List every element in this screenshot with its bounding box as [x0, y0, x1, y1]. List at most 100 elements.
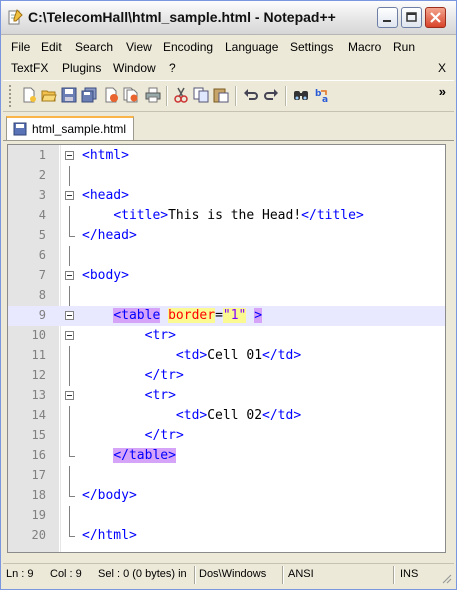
- menu-macro[interactable]: Macro: [348, 40, 381, 54]
- menu-encoding[interactable]: Encoding: [163, 40, 213, 54]
- line-number: 13: [31, 388, 46, 402]
- menu-bar: File Edit Search View Encoding Language …: [3, 37, 454, 58]
- close-icon: [430, 12, 441, 23]
- code-line[interactable]: 17: [8, 466, 445, 486]
- fold-line: [69, 526, 75, 537]
- code-text: </tr>: [144, 368, 184, 383]
- code-line[interactable]: 16 </table>: [8, 446, 445, 466]
- code-line[interactable]: 7 <body>: [8, 266, 445, 286]
- fold-toggle-icon[interactable]: [65, 191, 74, 200]
- maximize-button[interactable]: [401, 7, 422, 28]
- toolbar-grip[interactable]: [9, 85, 14, 107]
- code-line[interactable]: 4 <title>This is the Head!</title>: [8, 206, 445, 226]
- code-line[interactable]: 18 </body>: [8, 486, 445, 506]
- find-icon[interactable]: [293, 87, 309, 103]
- code-line[interactable]: 11 <td>Cell 01</td>: [8, 346, 445, 366]
- code-editor[interactable]: 1 <html> 2 3 <head> 4 <title>This is the Head…: [7, 144, 446, 553]
- menu-plugins[interactable]: Plugins: [62, 61, 101, 75]
- code-text: </html>: [82, 528, 137, 543]
- fold-line: [69, 206, 70, 226]
- line-number: 11: [31, 348, 46, 362]
- close-document-button[interactable]: X: [438, 61, 446, 75]
- status-line: Ln : 9: [6, 568, 34, 580]
- cut-icon[interactable]: [173, 87, 189, 103]
- status-divider: [393, 566, 395, 584]
- save-all-icon[interactable]: [81, 87, 97, 103]
- code-line[interactable]: 12 </tr>: [8, 366, 445, 386]
- code-line[interactable]: 9 <table border="1" >: [8, 306, 445, 326]
- menu-window[interactable]: Window: [113, 61, 156, 75]
- title-bar[interactable]: C:\TelecomHall\html_sample.html - Notepa…: [1, 1, 456, 35]
- toolbar-overflow-button[interactable]: »: [439, 84, 446, 99]
- paste-icon[interactable]: [213, 87, 229, 103]
- undo-icon[interactable]: [243, 87, 259, 103]
- code-text: <tr>: [144, 328, 176, 343]
- code-line[interactable]: 14 <td>Cell 02</td>: [8, 406, 445, 426]
- menu-settings[interactable]: Settings: [290, 40, 333, 54]
- fold-line: [69, 466, 70, 486]
- code-line[interactable]: 3 <head>: [8, 186, 445, 206]
- minimize-button[interactable]: [377, 7, 398, 28]
- fold-toggle-icon[interactable]: [65, 391, 74, 400]
- line-number: 18: [31, 488, 46, 502]
- code-text: <title>This is the Head!</title>: [113, 208, 364, 223]
- code-line[interactable]: 20 </html>: [8, 526, 445, 546]
- code-text: <body>: [82, 268, 129, 283]
- code-line[interactable]: 2: [8, 166, 445, 186]
- minimize-icon: [383, 20, 391, 22]
- menu-bar-row2: TextFX Plugins Window ? X: [3, 58, 454, 79]
- fold-line: [69, 286, 70, 306]
- close-all-icon[interactable]: [123, 87, 139, 103]
- svg-text:b: b: [315, 89, 322, 99]
- document-tab-strip: html_sample.html: [3, 112, 454, 141]
- close-window-button[interactable]: [425, 7, 446, 28]
- menu-edit[interactable]: Edit: [41, 40, 62, 54]
- code-line[interactable]: 19: [8, 506, 445, 526]
- code-line[interactable]: 1 <html>: [8, 146, 445, 166]
- menu-help[interactable]: ?: [169, 61, 176, 75]
- fold-toggle-icon[interactable]: [65, 311, 74, 320]
- code-line[interactable]: 13 <tr>: [8, 386, 445, 406]
- code-line[interactable]: 6: [8, 246, 445, 266]
- status-selection: Sel : 0 (0 bytes) in: [98, 568, 187, 580]
- line-number: 14: [31, 408, 46, 422]
- close-file-icon[interactable]: [103, 87, 119, 103]
- line-number: 9: [38, 308, 46, 322]
- menu-run[interactable]: Run: [393, 40, 415, 54]
- menu-view[interactable]: View: [126, 40, 152, 54]
- fold-line: [69, 366, 70, 386]
- code-text: <td>Cell 02</td>: [175, 408, 302, 423]
- fold-line: [69, 226, 75, 237]
- line-number: 5: [38, 228, 46, 242]
- code-text: <table border="1" >: [113, 308, 263, 323]
- svg-text:a: a: [322, 95, 328, 103]
- new-file-icon[interactable]: [21, 87, 37, 103]
- code-text: </body>: [82, 488, 137, 503]
- code-line[interactable]: 10 <tr>: [8, 326, 445, 346]
- fold-toggle-icon[interactable]: [65, 151, 74, 160]
- code-line[interactable]: 5 </head>: [8, 226, 445, 246]
- copy-icon[interactable]: [193, 87, 209, 103]
- menu-language[interactable]: Language: [225, 40, 278, 54]
- line-number: 1: [38, 148, 46, 162]
- print-icon[interactable]: [145, 87, 161, 103]
- fold-toggle-icon[interactable]: [65, 271, 74, 280]
- menu-search[interactable]: Search: [75, 40, 113, 54]
- fold-toggle-icon[interactable]: [65, 331, 74, 340]
- line-number: 3: [38, 188, 46, 202]
- code-line[interactable]: 8: [8, 286, 445, 306]
- notepadpp-window: C:\TelecomHall\html_sample.html - Notepa…: [0, 0, 457, 590]
- tab-html-sample[interactable]: html_sample.html: [6, 116, 134, 140]
- open-file-icon[interactable]: [41, 87, 57, 103]
- code-text: <html>: [82, 148, 129, 163]
- menu-textfx[interactable]: TextFX: [11, 61, 48, 75]
- code-line[interactable]: 15 </tr>: [8, 426, 445, 446]
- resize-grip-icon[interactable]: [440, 572, 452, 584]
- fold-line: [69, 166, 70, 186]
- redo-icon[interactable]: [263, 87, 279, 103]
- line-number: 12: [31, 368, 46, 382]
- menu-file[interactable]: File: [11, 40, 30, 54]
- fold-line: [69, 346, 70, 366]
- save-icon[interactable]: [61, 87, 77, 103]
- replace-icon[interactable]: ba: [315, 87, 331, 103]
